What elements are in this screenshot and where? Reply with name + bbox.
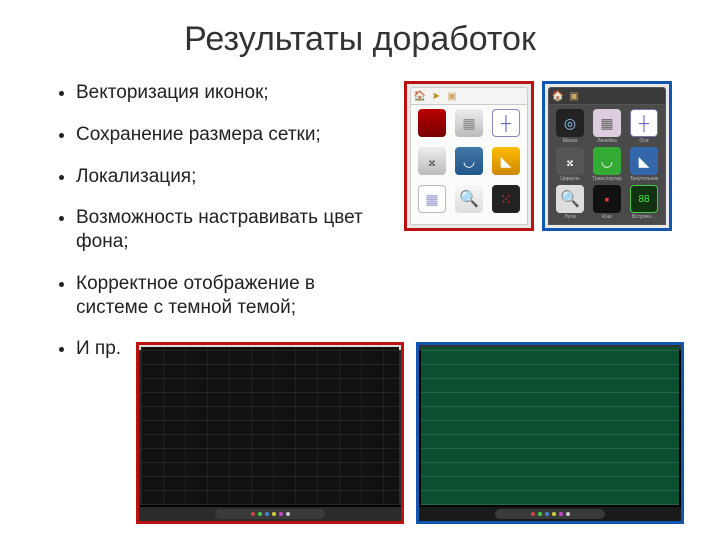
bullet-item: Векторизация иконок; [76,81,386,105]
bottom-toolbar [139,507,401,521]
color-swatch [566,512,570,516]
color-swatch [265,512,269,516]
screen-comparison [136,342,684,524]
bullet-item: Локализация; [76,165,386,189]
tile-cache: ▪Кэш [590,185,624,220]
panel-old: 🏠 ➤ ▣ ▦ ┼ 𝄪 ◡ ◣ ▦ 🔍 ⁙ [404,81,534,231]
tile-curtain [415,109,449,144]
bullet-list: Векторизация иконок; Сохранение размера … [48,81,386,379]
loupe-icon: 🔍 [556,185,584,213]
folder-icon: ▣ [568,90,580,102]
tile-ruler: ▦ [452,109,486,144]
color-swatch [251,512,255,516]
tile-triangle: ◣ [489,147,523,182]
screen-light-theme [136,342,404,524]
graph-icon: ┼ [492,109,520,137]
tile-mask: ◎Маска [553,109,587,144]
color-swatch [258,512,262,516]
bullet-item: Сохранение размера сетки; [76,123,386,147]
tile-loupe: 🔍Лупа [553,185,587,220]
bullet-item: Корректное отображение в системе с темно… [76,272,386,320]
tile-protractor: ◡ [452,147,486,182]
color-swatch [286,512,290,516]
tile-protractor: ◡Транспортир [590,147,624,182]
paper-icon: ▦ [418,185,446,213]
triangle-icon: ◣ [492,147,520,175]
ruler-icon: ▦ [455,109,483,137]
triangle-icon: ◣ [630,147,658,175]
panel-old-grid: ▦ ┼ 𝄪 ◡ ◣ ▦ 🔍 ⁙ [410,105,528,225]
graph-icon: ┼ [630,109,658,137]
tile-graph: ┼ [489,109,523,144]
mask-icon: ◎ [556,109,584,137]
tile-dice: ⁙ [489,185,523,220]
tile-graph: ┼Оси [627,109,661,144]
panel-old-toolbar: 🏠 ➤ ▣ [410,87,528,105]
compass-icon: 𝄪 [556,147,584,175]
slide: Результаты доработок Векторизация иконок… [0,0,720,540]
bottom-toolbar [419,507,681,521]
protractor-icon: ◡ [455,147,483,175]
body-row: Векторизация иконок; Сохранение размера … [48,81,672,379]
tile-triangle: ◣Треугольник [627,147,661,182]
cache-icon: ▪ [593,185,621,213]
color-swatch [538,512,542,516]
dice-icon: ⁙ [492,185,520,213]
tile-ruler: ▦Линейка [590,109,624,144]
tool-tray [495,509,605,519]
tile-timer: 88Встроен… [627,185,661,220]
home-icon: 🏠 [552,90,564,102]
icon-panels: 🏠 ➤ ▣ ▦ ┼ 𝄪 ◡ ◣ ▦ 🔍 ⁙ [404,81,672,379]
folder-icon: ▣ [446,90,458,102]
slide-title: Результаты доработок [48,20,672,59]
tile-compass: 𝄪Циркуль [553,147,587,182]
color-swatch [559,512,563,516]
tile-paper: ▦ [415,185,449,220]
color-swatch [552,512,556,516]
canvas-green [421,347,679,505]
color-swatch [272,512,276,516]
curtain-icon [418,109,446,137]
color-swatch [531,512,535,516]
canvas-black [141,347,399,505]
tile-compass: 𝄪 [415,147,449,182]
arrow-icon: ➤ [430,90,442,102]
home-icon: 🏠 [414,90,426,102]
timer-icon: 88 [630,185,658,213]
bullet-item: Возможность настравивать цвет фона; [76,206,386,254]
ruler-icon: ▦ [593,109,621,137]
color-swatch [279,512,283,516]
tile-loupe: 🔍 [452,185,486,220]
panel-new-toolbar: 🏠 ▣ [548,87,666,105]
tool-tray [215,509,325,519]
screen-dark-theme [416,342,684,524]
color-swatch [545,512,549,516]
protractor-icon: ◡ [593,147,621,175]
panel-new: 🏠 ▣ ◎Маска ▦Линейка ┼Оси 𝄪Циркуль ◡Транс… [542,81,672,231]
loupe-icon: 🔍 [455,185,483,213]
compass-icon: 𝄪 [418,147,446,175]
panel-new-grid: ◎Маска ▦Линейка ┼Оси 𝄪Циркуль ◡Транспорт… [548,105,666,225]
